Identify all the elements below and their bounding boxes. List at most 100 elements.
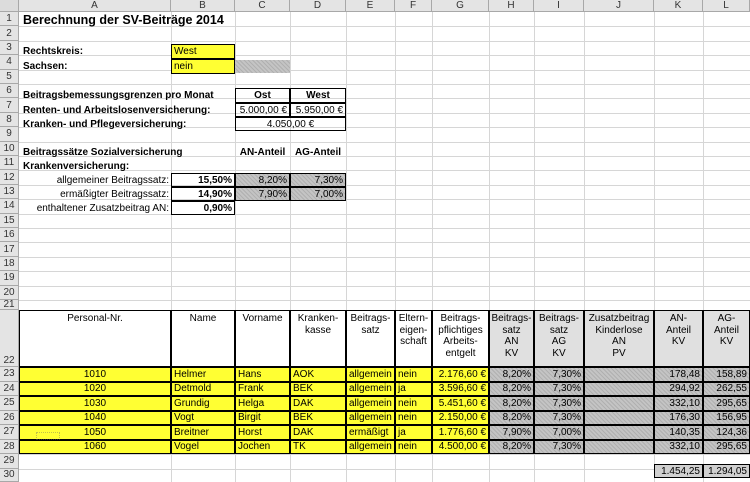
cell-elterneigenschaft[interactable]: nein bbox=[395, 396, 432, 411]
allg-satz-label[interactable]: allgemeiner Beitragssatz: bbox=[21, 173, 171, 187]
allg-satz-ag[interactable]: 7,30% bbox=[290, 173, 346, 187]
sheet-title[interactable]: Berechnung der SV-Beiträge 2014 bbox=[21, 12, 421, 28]
th-beitragssatz-ag-kv[interactable]: Beitrags- satz AG KV bbox=[534, 310, 584, 367]
spreadsheet[interactable]: ABCDEFGHIJKL 1 2 3 4 5 6 7 8 9 10 11 12 13 14 15 16 17 18… bbox=[0, 0, 750, 482]
cell-vorname[interactable]: Hans bbox=[235, 367, 290, 382]
cell-ag-anteil[interactable]: 158,89 bbox=[703, 367, 750, 382]
erm-satz-ag[interactable]: 7,00% bbox=[290, 187, 346, 201]
row-header-25[interactable]: 25 bbox=[0, 396, 19, 411]
cell-personal-nr[interactable]: 1040 bbox=[19, 410, 171, 425]
zus-beitrag-label[interactable]: enthaltener Zusatzbeitrag AN: bbox=[21, 201, 171, 215]
cell-ag-satz[interactable]: 7,30% bbox=[534, 439, 584, 454]
rechtskreis-label[interactable]: Rechtskreis: bbox=[21, 44, 171, 59]
cell-zusatzbeitrag[interactable] bbox=[584, 396, 654, 411]
cell-ag-satz[interactable]: 7,00% bbox=[534, 425, 584, 440]
cell-name[interactable]: Breitner bbox=[171, 425, 235, 440]
bbg-west-header[interactable]: West bbox=[290, 88, 346, 103]
cell-personal-nr[interactable]: 1010 bbox=[19, 367, 171, 382]
row-header-7[interactable]: 7 bbox=[0, 98, 19, 113]
row-header-14[interactable]: 14 bbox=[0, 199, 19, 214]
zus-beitrag-value[interactable]: 0,90% bbox=[171, 201, 235, 215]
cell-ag-anteil[interactable]: 124,36 bbox=[703, 425, 750, 440]
cell-vorname[interactable]: Frank bbox=[235, 381, 290, 396]
cell-an-anteil[interactable]: 176,30 bbox=[654, 410, 703, 425]
sachsen-input[interactable]: nein bbox=[171, 59, 235, 74]
column-header-g[interactable]: G bbox=[432, 0, 489, 12]
cell-arbeitsentgelt[interactable]: 2.150,00 € bbox=[432, 410, 489, 425]
cell-zusatzbeitrag[interactable] bbox=[584, 381, 654, 396]
cell-vorname[interactable]: Horst bbox=[235, 425, 290, 440]
cell-ag-anteil[interactable]: 295,65 bbox=[703, 439, 750, 454]
row-header-11[interactable]: 11 bbox=[0, 156, 19, 171]
cell-an-satz[interactable]: 8,20% bbox=[489, 410, 534, 425]
column-header-i[interactable]: I bbox=[534, 0, 584, 12]
cell-personal-nr[interactable]: 1020 bbox=[19, 381, 171, 396]
erm-satz-label[interactable]: ermäßigter Beitragssatz: bbox=[21, 187, 171, 201]
row-header-10[interactable]: 10 bbox=[0, 141, 19, 156]
cell-elterneigenschaft[interactable]: ja bbox=[395, 381, 432, 396]
cell-ag-satz[interactable]: 7,30% bbox=[534, 396, 584, 411]
cell-name[interactable]: Helmer bbox=[171, 367, 235, 382]
cell-beitragssatz[interactable]: allgemein bbox=[346, 439, 395, 454]
column-header-a[interactable]: A bbox=[19, 0, 171, 12]
column-header-c[interactable]: C bbox=[235, 0, 290, 12]
column-header-d[interactable]: D bbox=[290, 0, 346, 12]
cell-ag-anteil[interactable]: 156,95 bbox=[703, 410, 750, 425]
cell-an-anteil[interactable]: 332,10 bbox=[654, 439, 703, 454]
cell-zusatzbeitrag[interactable] bbox=[584, 410, 654, 425]
cell-beitragssatz[interactable]: ermäßigt bbox=[346, 425, 395, 440]
cell-name[interactable]: Vogt bbox=[171, 410, 235, 425]
cell-an-anteil[interactable]: 140,35 bbox=[654, 425, 703, 440]
row-header-8[interactable]: 8 bbox=[0, 112, 19, 128]
cell-krankenkasse[interactable]: BEK bbox=[290, 381, 346, 396]
th-vorname[interactable]: Vorname bbox=[235, 310, 290, 367]
cell-an-anteil[interactable]: 178,48 bbox=[654, 367, 703, 382]
column-header-h[interactable]: H bbox=[489, 0, 534, 12]
bbg-ost-header[interactable]: Ost bbox=[235, 88, 290, 103]
column-header-f[interactable]: F bbox=[395, 0, 432, 12]
total-an-anteil[interactable]: 1.454,25 bbox=[654, 464, 703, 478]
cell-elterneigenschaft[interactable]: nein bbox=[395, 439, 432, 454]
row-header-4[interactable]: 4 bbox=[0, 55, 19, 70]
cell-vorname[interactable]: Birgit bbox=[235, 410, 290, 425]
cell-beitragssatz[interactable]: allgemein bbox=[346, 410, 395, 425]
cell-an-satz[interactable]: 8,20% bbox=[489, 396, 534, 411]
th-elterneigenschaft[interactable]: Eltern- eigen- schaft bbox=[395, 310, 432, 367]
cell-name[interactable]: Detmold bbox=[171, 381, 235, 396]
row-header-27[interactable]: 27 bbox=[0, 425, 19, 440]
th-zusatzbeitrag-pv[interactable]: Zusatzbeitrag Kinderlose AN PV bbox=[584, 310, 654, 367]
cell-elterneigenschaft[interactable]: nein bbox=[395, 367, 432, 382]
column-header-j[interactable]: J bbox=[584, 0, 654, 12]
row-header-19[interactable]: 19 bbox=[0, 271, 19, 286]
cell-ag-satz[interactable]: 7,30% bbox=[534, 410, 584, 425]
row-header-16[interactable]: 16 bbox=[0, 228, 19, 243]
th-name[interactable]: Name bbox=[171, 310, 235, 367]
cell-arbeitsentgelt[interactable]: 4.500,00 € bbox=[432, 439, 489, 454]
row-header-17[interactable]: 17 bbox=[0, 242, 19, 257]
allg-satz-an[interactable]: 8,20% bbox=[235, 173, 290, 187]
cell-arbeitsentgelt[interactable]: 2.176,60 € bbox=[432, 367, 489, 382]
row-header-30[interactable]: 30 bbox=[0, 468, 19, 482]
cell-beitragssatz[interactable]: allgemein bbox=[346, 381, 395, 396]
row-header-23[interactable]: 23 bbox=[0, 367, 19, 382]
row-header-22[interactable]: 22 bbox=[0, 310, 19, 367]
cell-an-satz[interactable]: 8,20% bbox=[489, 367, 534, 382]
cell-ag-anteil[interactable]: 295,65 bbox=[703, 396, 750, 411]
cell-vorname[interactable]: Helga bbox=[235, 396, 290, 411]
bbg-rv-label[interactable]: Renten- und Arbeitslosenversicherung: bbox=[21, 103, 235, 117]
cell-zusatzbeitrag[interactable] bbox=[584, 425, 654, 440]
rechtskreis-input[interactable]: West bbox=[171, 44, 235, 59]
row-header-3[interactable]: 3 bbox=[0, 40, 19, 56]
cell-name[interactable]: Grundig bbox=[171, 396, 235, 411]
column-header-l[interactable]: L bbox=[703, 0, 750, 12]
row-header-9[interactable]: 9 bbox=[0, 127, 19, 142]
th-an-anteil-kv[interactable]: AN- Anteil KV bbox=[654, 310, 703, 367]
cell-arbeitsentgelt[interactable]: 5.451,60 € bbox=[432, 396, 489, 411]
row-header-18[interactable]: 18 bbox=[0, 256, 19, 272]
cell-personal-nr[interactable]: 1030 bbox=[19, 396, 171, 411]
row-header-15[interactable]: 15 bbox=[0, 213, 19, 228]
bbg-label[interactable]: Beitragsbemessungsgrenzen pro Monat bbox=[21, 88, 235, 103]
cell-personal-nr[interactable]: 1060 bbox=[19, 439, 171, 454]
kv-label[interactable]: Krankenversicherung: bbox=[21, 159, 235, 173]
row-header-13[interactable]: 13 bbox=[0, 184, 19, 200]
